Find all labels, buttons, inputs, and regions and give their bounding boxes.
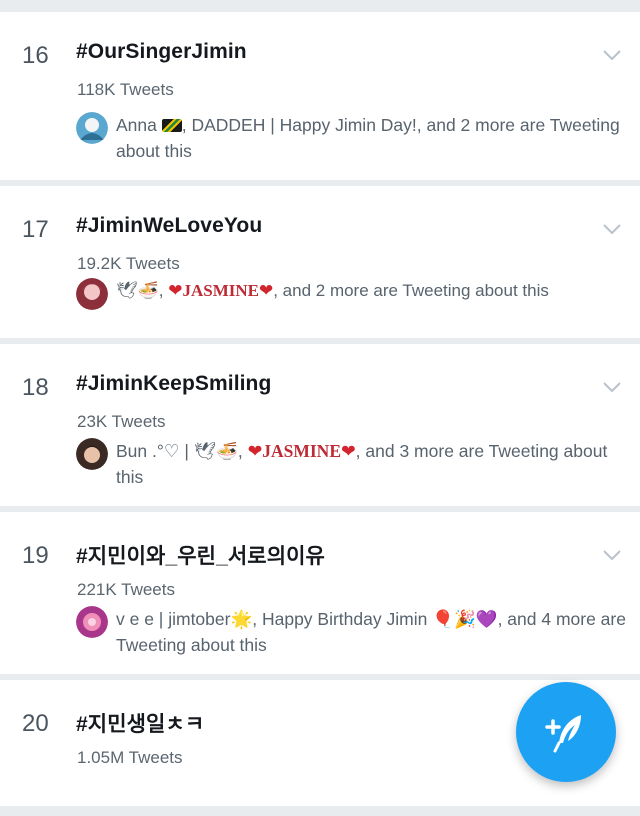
context-rest: , DADDEH | Happy Jimin Day!, and 2 more … [116,115,620,161]
context-username: JASMINE [182,281,259,300]
chevron-down-icon[interactable] [602,380,622,394]
context-middle: , Happy Birthday Jimin [252,609,433,629]
trend-item[interactable]: 18 #JiminKeepSmiling 23K Tweets Bun .°♡ … [0,344,640,506]
avatar [76,606,108,638]
context-username: JASMINE [262,441,341,461]
trend-hashtag[interactable]: #JiminKeepSmiling [76,372,271,396]
party-emoji-icon: 🎈🎉💜 [432,609,498,629]
star-emoji-icon: 🌟 [230,609,253,629]
chevron-down-icon[interactable] [602,222,622,236]
avatar [76,112,108,144]
trend-item[interactable]: 17 #JiminWeLoveYou 19.2K Tweets 🕊🍜, ❤JAS… [0,186,640,338]
context-prefix: v e e | jimtober [116,609,231,629]
avatar [76,278,108,310]
heart-icon: ❤ [168,281,183,300]
trend-item[interactable]: 16 #OurSingerJimin 118K Tweets Anna , DA… [0,12,640,180]
context-text: Bun .°♡ | 🕊🍜, ❤JASMINE❤, and 3 more are … [116,438,626,490]
avatar [76,438,108,470]
trend-rank: 18 [22,374,49,401]
trend-rank: 16 [22,42,49,69]
context-text: Anna , DADDEH | Happy Jimin Day!, and 2 … [116,112,626,164]
context-prefix: Bun .°♡ | 🕊🍜, [116,441,243,461]
trend-tweet-count: 118K Tweets [77,80,174,99]
heart-icon: ❤ [341,441,356,461]
context-text: 🕊🍜, ❤JASMINE❤, and 2 more are Tweeting a… [116,278,626,304]
chevron-down-icon[interactable] [602,48,622,62]
trend-tweet-count: 1.05M Tweets [77,748,183,767]
trend-hashtag[interactable]: #지민생일ㅊㅋ [76,708,204,738]
jamaica-flag-icon [161,119,182,132]
trend-hashtag[interactable]: #JiminWeLoveYou [76,214,262,238]
trend-item[interactable]: 19 #지민이와_우린_서로의이유 221K Tweets v e e | ji… [0,512,640,674]
trend-tweet-count: 221K Tweets [77,580,175,599]
trend-hashtag[interactable]: #OurSingerJimin [76,40,247,64]
trend-rank: 20 [22,710,49,737]
context-rest: , and 2 more are Tweeting about this [273,281,549,300]
trend-tweet-count: 23K Tweets [77,412,166,431]
heart-icon: ❤ [247,441,263,461]
trend-rank: 19 [22,542,49,569]
trend-tweet-count: 19.2K Tweets [77,254,180,273]
trend-rank: 17 [22,216,49,243]
context-names: Anna [116,115,157,135]
compose-tweet-button[interactable] [516,682,616,782]
chevron-down-icon[interactable] [602,548,622,562]
compose-tweet-icon [545,715,581,753]
context-emoji: 🕊🍜, [116,281,164,300]
context-text: v e e | jimtober🌟, Happy Birthday Jimin … [116,606,626,658]
trend-hashtag[interactable]: #지민이와_우린_서로의이유 [76,540,325,570]
heart-icon: ❤ [258,281,274,300]
